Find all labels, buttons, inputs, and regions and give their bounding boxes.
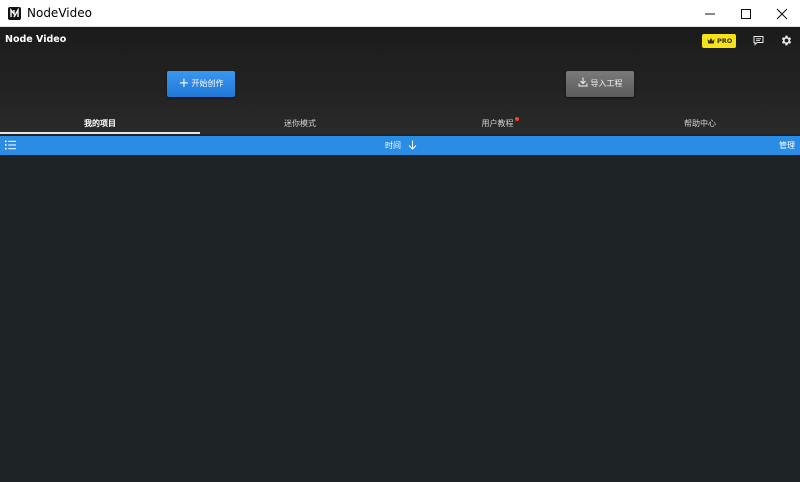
window-titlebar: NodeVideo [0,0,800,27]
notification-dot [514,117,519,121]
gear-icon[interactable] [780,34,793,47]
tab-help-center[interactable]: 帮助中心 [600,116,800,134]
window-title: NodeVideo [27,6,92,20]
app-logo-icon [8,7,21,20]
tab-my-projects[interactable]: 我的项目 [0,116,200,134]
tab-label: 用户教程 [481,119,514,128]
maximize-button[interactable] [728,0,764,27]
app-header: Node Video PRO + 开始创作 导入工程 我的项目 迷你模式 用户教程 [0,27,800,134]
tab-bar: 我的项目 迷你模式 用户教程 帮助中心 [0,116,800,134]
sort-bar: 时间 管理 [0,136,800,155]
start-create-label: 开始创作 [191,79,224,88]
message-icon[interactable] [753,35,764,46]
list-icon[interactable] [5,140,17,150]
tab-label: 我的项目 [84,119,116,128]
pro-label: PRO [717,37,733,45]
minimize-button[interactable] [692,0,728,27]
pro-badge[interactable]: PRO [702,34,736,48]
import-project-label: 导入工程 [590,79,623,88]
import-project-button[interactable]: 导入工程 [566,71,634,97]
minimize-icon [705,13,715,15]
close-button[interactable] [764,0,800,27]
tab-user-tutorial[interactable]: 用户教程 [400,116,600,134]
plus-icon: + [178,76,190,91]
brand-title: Node Video [5,34,67,45]
start-create-button[interactable]: + 开始创作 [167,71,235,97]
project-list-area [0,155,800,482]
manage-button[interactable]: 管理 [779,140,795,151]
sort-time-button[interactable]: 时间 [385,140,401,151]
download-icon [578,77,587,87]
arrow-down-icon[interactable] [408,140,417,150]
maximize-icon [741,9,751,19]
tab-label: 帮助中心 [684,119,716,128]
tab-label: 迷你模式 [284,119,316,128]
crown-icon [707,38,715,44]
tab-mini-mode[interactable]: 迷你模式 [200,116,400,134]
close-icon [776,8,788,20]
